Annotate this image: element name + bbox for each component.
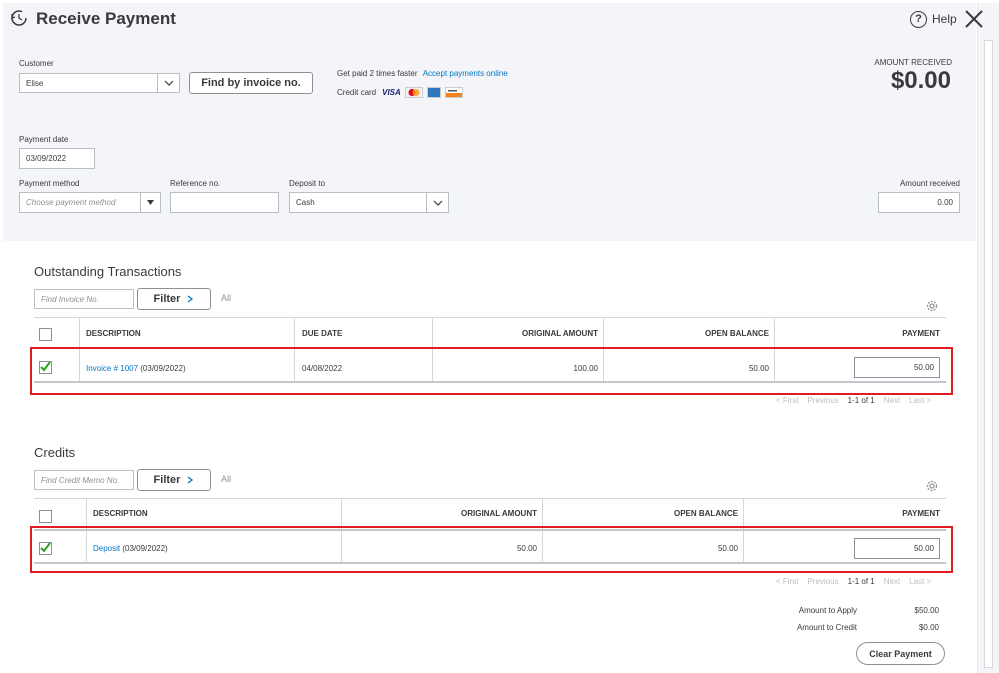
chevron-right-icon xyxy=(188,476,194,484)
payment-method-placeholder: Choose payment method xyxy=(26,198,116,207)
promo-text: Get paid 2 times faster xyxy=(337,69,418,78)
column-header-original-amount: ORIGINAL AMOUNT xyxy=(461,509,537,518)
scrollbar-thumb[interactable] xyxy=(984,40,993,668)
column-header-payment: PAYMENT xyxy=(902,329,940,338)
chevron-down-icon[interactable] xyxy=(426,193,448,212)
find-invoice-input[interactable]: Find Invoice No. xyxy=(34,289,134,309)
payment-date-input[interactable]: 03/09/2022 xyxy=(19,148,95,169)
deposit-to-label: Deposit to xyxy=(289,179,326,188)
credit-card-row: Credit card VISA xyxy=(337,87,463,98)
credits-filter-button[interactable]: Filter xyxy=(137,469,211,491)
column-header-payment: PAYMENT xyxy=(902,509,940,518)
payment-method-label: Payment method xyxy=(19,179,80,188)
clear-payment-button[interactable]: Clear Payment xyxy=(856,642,945,665)
pager-last[interactable]: Last > xyxy=(909,396,931,405)
column-header-description: DESCRIPTION xyxy=(93,509,148,518)
help-icon[interactable]: ? xyxy=(910,11,927,28)
reference-label: Reference no. xyxy=(170,179,221,188)
help-link[interactable]: Help xyxy=(932,12,957,26)
customer-value: Elise xyxy=(26,78,44,88)
column-header-original-amount: ORIGINAL AMOUNT xyxy=(522,329,598,338)
pager-next[interactable]: Next xyxy=(884,577,900,586)
mastercard-logo xyxy=(404,87,423,98)
column-header-description: DESCRIPTION xyxy=(86,329,141,338)
promo-line: Get paid 2 times faster Accept payments … xyxy=(337,69,508,78)
pager-range: 1-1 of 1 xyxy=(847,577,875,586)
payment-date-label: Payment date xyxy=(19,135,69,144)
customer-label: Customer xyxy=(19,59,54,68)
find-credit-memo-input[interactable]: Find Credit Memo No. xyxy=(34,470,134,490)
highlight-box xyxy=(30,526,953,573)
pager-next[interactable]: Next xyxy=(884,396,900,405)
close-icon[interactable] xyxy=(963,8,985,30)
credits-all-label: All xyxy=(221,474,232,484)
amount-received-input[interactable]: 0.00 xyxy=(878,192,960,213)
column-header-open-balance: OPEN BALANCE xyxy=(673,509,738,518)
amount-to-apply-value: $50.00 xyxy=(914,606,939,615)
deposit-to-value: Cash xyxy=(296,198,315,207)
customer-select[interactable]: Elise xyxy=(19,73,180,93)
amount-to-credit-value: $0.00 xyxy=(918,623,939,632)
outstanding-filter-button[interactable]: Filter xyxy=(137,288,211,310)
payment-method-select[interactable]: Choose payment method xyxy=(19,192,161,213)
accept-payments-link[interactable]: Accept payments online xyxy=(423,69,508,78)
outstanding-pager: < First Previous 1-1 of 1 Next Last > xyxy=(776,396,931,405)
highlight-box xyxy=(30,347,953,395)
select-all-checkbox[interactable] xyxy=(39,328,52,341)
pager-previous[interactable]: Previous xyxy=(807,396,838,405)
divider xyxy=(34,498,946,499)
page-title: Receive Payment xyxy=(36,9,176,28)
amount-to-apply-label: Amount to Apply xyxy=(798,606,857,615)
amount-received-field-label: Amount received xyxy=(899,179,960,188)
credit-card-label: Credit card xyxy=(337,88,377,97)
divider xyxy=(34,317,946,318)
discover-logo xyxy=(444,87,463,98)
pager-last[interactable]: Last > xyxy=(909,577,931,586)
amex-logo xyxy=(426,87,441,98)
amount-received-value: $0.00 xyxy=(890,67,951,94)
visa-logo: VISA xyxy=(382,88,401,97)
gear-icon[interactable] xyxy=(925,479,939,493)
reference-input[interactable] xyxy=(170,192,279,213)
pager-previous[interactable]: Previous xyxy=(807,577,838,586)
chevron-right-icon xyxy=(188,295,194,303)
find-by-invoice-button[interactable]: Find by invoice no. xyxy=(189,72,313,94)
amount-to-credit-label: Amount to Credit xyxy=(796,623,857,632)
deposit-to-select[interactable]: Cash xyxy=(289,192,449,213)
filter-label: Filter xyxy=(153,474,181,486)
pager-first[interactable]: < First xyxy=(776,577,798,586)
column-header-open-balance: OPEN BALANCE xyxy=(704,329,769,338)
gear-icon[interactable] xyxy=(925,299,939,313)
credits-title: Credits xyxy=(34,445,76,460)
select-all-checkbox[interactable] xyxy=(39,510,52,523)
recent-transactions-icon[interactable] xyxy=(10,9,28,27)
chevron-down-icon[interactable] xyxy=(157,74,179,92)
caret-down-icon[interactable] xyxy=(140,193,160,212)
outstanding-all-label: All xyxy=(221,293,232,303)
filter-label: Filter xyxy=(153,293,181,305)
column-header-due-date: DUE DATE xyxy=(302,329,343,338)
amount-received-label: AMOUNT RECEIVED xyxy=(874,58,952,67)
credits-pager: < First Previous 1-1 of 1 Next Last > xyxy=(776,577,931,586)
pager-first[interactable]: < First xyxy=(776,396,798,405)
pager-range: 1-1 of 1 xyxy=(847,396,875,405)
outstanding-title: Outstanding Transactions xyxy=(34,264,182,279)
